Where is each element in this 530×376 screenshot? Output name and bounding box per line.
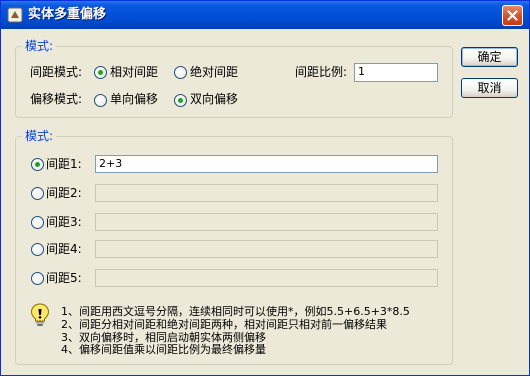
spacing-row-label: 间距2: bbox=[46, 186, 82, 200]
spacing-row-radio[interactable] bbox=[31, 187, 44, 200]
spacing-row-radio[interactable] bbox=[31, 158, 44, 171]
spacing-row-label: 间距1: bbox=[46, 157, 82, 171]
close-button[interactable] bbox=[502, 5, 523, 26]
spacing-input-4[interactable] bbox=[95, 240, 438, 258]
spacing-input-2[interactable] bbox=[95, 184, 438, 202]
radio-relative-spacing[interactable] bbox=[94, 66, 107, 79]
mode-group: 模式: bbox=[15, 39, 453, 118]
spacing-row-radio[interactable] bbox=[31, 272, 44, 285]
hint-note-2: 2、间距分相对间距和绝对间距两种，相对间距只相对前一偏移结果 bbox=[61, 318, 387, 331]
title-bar[interactable]: 实体多重偏移 bbox=[1, 1, 529, 29]
lightbulb-icon bbox=[29, 303, 51, 327]
radio-absolute-spacing-label[interactable]: 绝对间距 bbox=[190, 64, 238, 80]
spacing-input-3[interactable] bbox=[95, 213, 438, 231]
radio-relative-spacing-label[interactable]: 相对间距 bbox=[110, 64, 158, 80]
radio-single-offset-label[interactable]: 单向偏移 bbox=[110, 91, 158, 107]
hint-note-1: 1、间距用西文逗号分隔，连续相同时可以使用*，例如5.5+6.5+3*8.5 bbox=[61, 305, 410, 318]
offset-mode-label: 偏移模式: bbox=[30, 92, 83, 106]
mode-group-title: 模式: bbox=[22, 39, 57, 53]
cancel-button[interactable]: 取消 bbox=[461, 78, 518, 98]
ratio-input[interactable]: 1 bbox=[354, 63, 438, 82]
spacing-input-5[interactable] bbox=[95, 269, 438, 287]
spacing-input-1[interactable]: 2+3 bbox=[95, 155, 438, 173]
app-icon bbox=[7, 7, 23, 23]
ratio-label: 间距比例: bbox=[295, 65, 348, 79]
ok-button[interactable]: 确定 bbox=[461, 47, 518, 67]
radio-single-offset[interactable] bbox=[94, 94, 107, 107]
spacing-row-radio[interactable] bbox=[31, 216, 44, 229]
spacing-group-title: 模式: bbox=[22, 129, 57, 143]
radio-absolute-spacing[interactable] bbox=[174, 66, 187, 79]
spacing-row-label: 间距5: bbox=[46, 271, 82, 285]
spacing-row-label: 间距3: bbox=[46, 215, 82, 229]
spacing-mode-label: 间距模式: bbox=[30, 65, 83, 79]
window-title: 实体多重偏移 bbox=[28, 7, 107, 22]
dialog-window: 实体多重偏移 模式: 间距模式: 相对间距 绝对间距 间距比例: 1 偏移模式:… bbox=[0, 0, 530, 376]
close-icon bbox=[507, 10, 518, 21]
spacing-row-radio[interactable] bbox=[31, 243, 44, 256]
radio-double-offset-label[interactable]: 双向偏移 bbox=[190, 91, 238, 107]
radio-double-offset[interactable] bbox=[174, 94, 187, 107]
hint-note-4: 4、偏移间距值乘以间距比例为最终偏移量 bbox=[61, 343, 266, 356]
spacing-row-label: 间距4: bbox=[46, 242, 82, 256]
